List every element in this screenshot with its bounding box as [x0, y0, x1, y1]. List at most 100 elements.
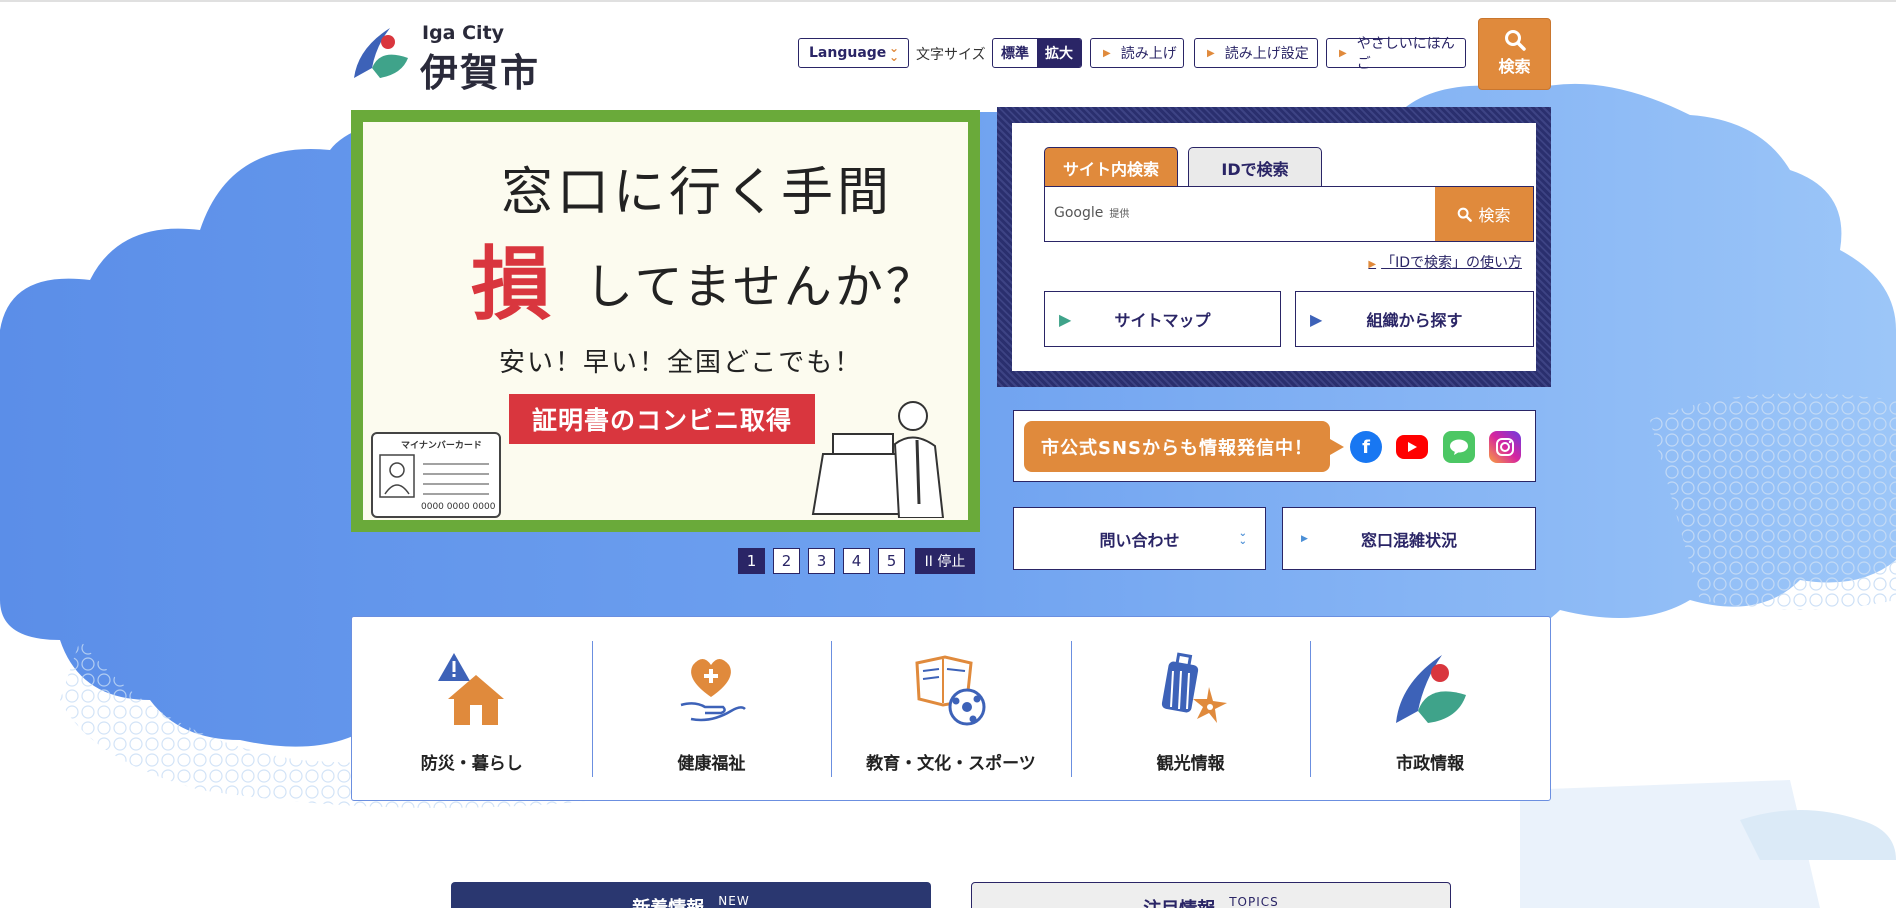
- site-search-label: 検索: [1478, 206, 1511, 225]
- slide-page-4[interactable]: 4: [843, 548, 870, 574]
- education-book-ball-icon: [915, 655, 986, 726]
- org-search-button[interactable]: ▶ 組織から探す: [1295, 291, 1534, 347]
- category-label: 健康福祉: [677, 754, 746, 774]
- google-label: Google: [1054, 205, 1104, 221]
- health-heart-icon: [681, 659, 747, 722]
- language-select[interactable]: Language ⌄ ⌄: [798, 38, 909, 68]
- sitemap-label: サイトマップ: [1114, 311, 1211, 330]
- category-label: 防災・暮らし: [420, 754, 523, 774]
- search-panel-inner: サイト内検索 IDで検索 Google 提供 検索 ▶ 「IDで検索」の使い方 ▶ …: [1012, 123, 1536, 371]
- category-tourism[interactable]: 観光情報: [1070, 617, 1311, 800]
- line-icon[interactable]: [1443, 431, 1475, 463]
- sitemap-button[interactable]: ▶ サイトマップ: [1044, 291, 1281, 347]
- triangle-right-icon: ▶: [1059, 309, 1072, 329]
- facebook-icon[interactable]: f: [1350, 431, 1382, 463]
- tourism-suitcase-icon: [1161, 652, 1227, 723]
- line-bubble-icon: [1450, 439, 1468, 455]
- card-title: マイナンバーカード: [401, 441, 482, 451]
- chevron-down-icon: ⌄ ⌄: [888, 41, 899, 64]
- slider-pagination: 1 2 3 4 5 II 停止: [738, 548, 975, 574]
- google-sub-label: 提供: [1109, 209, 1130, 220]
- font-size-standard[interactable]: 標準: [993, 39, 1037, 67]
- hero-slider[interactable]: 窓口に行く手間 損 してませんか？ 安い！早い！全国どこでも！ 証明書のコンビニ…: [351, 110, 980, 532]
- header-search-button[interactable]: 検索: [1478, 18, 1551, 90]
- my-number-card-illustration: マイナンバーカード 0000 0000 0000: [371, 432, 501, 518]
- triangle-right-icon: ▶: [1301, 533, 1308, 544]
- tab-new-info[interactable]: 新着情報 NEW: [451, 882, 931, 908]
- triangle-right-icon: ▶: [1339, 47, 1347, 59]
- slide-page-5[interactable]: 5: [878, 548, 905, 574]
- slide-tagline: 安い！早い！全国どこでも！: [499, 348, 863, 378]
- tab-topics-label: 注目情報: [1143, 895, 1215, 908]
- search-icon: [1458, 207, 1473, 222]
- id-search-howto-link[interactable]: ▶ 「IDで検索」の使い方: [1368, 252, 1522, 272]
- search-panel: サイト内検索 IDで検索 Google 提供 検索 ▶ 「IDで検索」の使い方 ▶ …: [997, 107, 1551, 387]
- read-aloud-button[interactable]: ▶ 読み上げ: [1090, 38, 1184, 68]
- category-navigation: 防災・暮らし 健康福祉 教育・文化・スポーツ 観光情報 市政情報: [351, 616, 1551, 801]
- disaster-home-icon: [437, 653, 504, 725]
- category-health-welfare[interactable]: 健康福祉: [591, 617, 832, 800]
- chevron-down-icon: ⌄ ⌄: [1238, 528, 1247, 547]
- youtube-icon[interactable]: [1396, 435, 1428, 459]
- city-logo-icon: [1396, 655, 1467, 723]
- slide-accent-word: 損: [471, 237, 551, 331]
- triangle-right-icon: ▶: [1368, 259, 1377, 270]
- read-aloud-settings-label: 読み上げ設定: [1224, 46, 1309, 62]
- copier-person-illustration: [811, 401, 945, 518]
- tab-site-search[interactable]: サイト内検索: [1044, 147, 1178, 187]
- font-size-toggle[interactable]: 標準 拡大: [992, 38, 1082, 68]
- tab-new-info-en: NEW: [718, 894, 750, 908]
- site-search-button[interactable]: 検索: [1435, 187, 1533, 241]
- instagram-icon[interactable]: [1489, 431, 1521, 463]
- header-search-label: 検索: [1498, 57, 1531, 76]
- site-logo[interactable]: Iga City 伊賀市: [350, 22, 560, 95]
- category-label: 観光情報: [1156, 754, 1225, 774]
- tab-new-info-label: 新着情報: [632, 894, 704, 908]
- search-icon: [1504, 30, 1526, 51]
- card-lines: [423, 463, 489, 495]
- contact-button[interactable]: 問い合わせ ⌄ ⌄: [1013, 507, 1266, 570]
- language-label: Language: [809, 45, 887, 61]
- tab-id-search[interactable]: IDで検索: [1188, 147, 1322, 187]
- logo-english-name: Iga City: [422, 22, 505, 44]
- triangle-right-icon: ▶: [1207, 47, 1215, 59]
- iga-city-logo-icon: [354, 28, 408, 78]
- slide-convenience-certificate[interactable]: 窓口に行く手間 損 してませんか？ 安い！早い！全国どこでも！ 証明書のコンビニ…: [363, 122, 968, 520]
- person-icon: [379, 454, 415, 498]
- tab-topics[interactable]: 注目情報 TOPICS: [971, 882, 1451, 908]
- read-aloud-settings-button[interactable]: ▶ 読み上げ設定: [1194, 38, 1318, 68]
- sns-panel: 市公式SNSからも情報発信中！ f: [1013, 410, 1536, 482]
- category-label: 市政情報: [1396, 754, 1465, 774]
- play-icon: [1408, 442, 1417, 452]
- slide-page-1[interactable]: 1: [738, 548, 765, 574]
- category-label: 教育・文化・スポーツ: [866, 754, 1036, 774]
- camera-icon: [1496, 438, 1514, 456]
- tab-topics-en: TOPICS: [1229, 895, 1279, 908]
- contact-label: 問い合わせ: [1099, 530, 1180, 550]
- slide-page-3[interactable]: 3: [808, 548, 835, 574]
- font-size-large[interactable]: 拡大: [1037, 39, 1081, 67]
- slide-headline: 窓口に行く手間: [501, 163, 894, 223]
- easy-japanese-label: やさしいにほんご: [1356, 36, 1455, 72]
- site-search-form: Google 提供 検索: [1044, 186, 1534, 242]
- triangle-right-icon: ▶: [1103, 47, 1111, 59]
- counter-congestion-button[interactable]: ▶ 窓口混雑状況: [1282, 507, 1536, 570]
- easy-japanese-button[interactable]: ▶ やさしいにほんご: [1326, 36, 1466, 72]
- org-search-label: 組織から探す: [1366, 311, 1463, 330]
- search-input[interactable]: Google 提供: [1054, 205, 1129, 221]
- card-number: 0000 0000 0000: [421, 502, 496, 512]
- slider-pause-button[interactable]: II 停止: [915, 548, 975, 574]
- category-disaster-living[interactable]: 防災・暮らし: [352, 617, 592, 800]
- logo-japanese-name: 伊賀市: [420, 51, 541, 95]
- triangle-right-icon: ▶: [1310, 309, 1323, 329]
- slide-page-2[interactable]: 2: [773, 548, 800, 574]
- counter-congestion-label: 窓口混雑状況: [1360, 530, 1457, 550]
- id-search-howto-label: 「IDで検索」の使い方: [1381, 255, 1522, 271]
- slide-headline-2: してませんか？: [585, 259, 937, 315]
- category-city-administration[interactable]: 市政情報: [1310, 617, 1550, 800]
- sns-message: 市公式SNSからも情報発信中！: [1024, 421, 1344, 472]
- read-aloud-label: 読み上げ: [1120, 46, 1177, 62]
- slide-banner: 証明書のコンビニ取得: [509, 394, 815, 444]
- font-size-label: 文字サイズ: [916, 47, 986, 63]
- category-education-culture-sports[interactable]: 教育・文化・スポーツ: [831, 617, 1071, 800]
